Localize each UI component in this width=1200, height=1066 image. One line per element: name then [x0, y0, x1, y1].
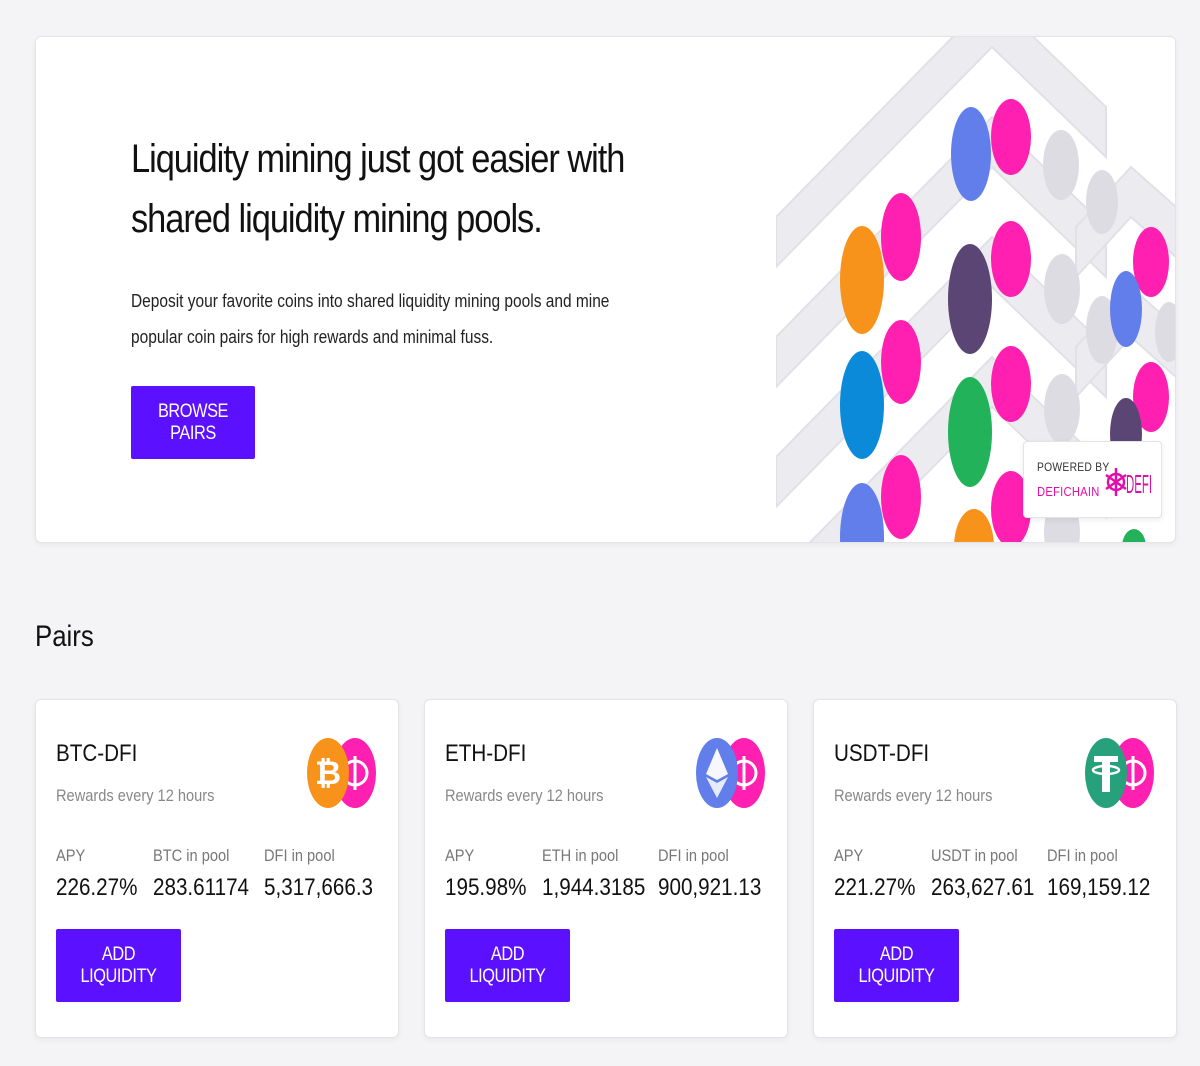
coin-in-pool-label: ETH in pool — [542, 846, 619, 865]
pair-card-usdt-dfi: USDT-DFI Rewards every 12 hours APY 221.… — [813, 699, 1177, 1038]
coin-in-pool-stat: ETH in pool 1,944.3185 — [542, 846, 662, 902]
rewards-schedule: Rewards every 12 hours — [445, 786, 604, 805]
browse-pairs-label: BROWSE PAIRS — [157, 400, 229, 444]
defi-logo-text: DEFI — [1126, 469, 1152, 498]
apy-value: 195.98% — [445, 874, 527, 901]
pair-icons — [1085, 738, 1154, 808]
coin-in-pool-stat: BTC in pool 283.61174 — [153, 846, 265, 902]
hero-title: Liquidity mining just got easier with sh… — [131, 129, 647, 249]
dfi-in-pool-stat: DFI in pool 900,921.13 — [658, 846, 778, 902]
rewards-schedule: Rewards every 12 hours — [834, 786, 993, 805]
pair-name: ETH-DFI — [445, 740, 527, 767]
bitcoin-icon: ₿ — [307, 738, 349, 808]
apy-stat: APY 226.27% — [56, 846, 151, 902]
add-liquidity-label: ADD LIQUIDITY — [469, 943, 546, 987]
ethereum-icon — [696, 738, 738, 808]
apy-stat: APY 195.98% — [445, 846, 540, 902]
hero-description: Deposit your favorite coins into shared … — [131, 283, 613, 355]
rewards-schedule: Rewards every 12 hours — [56, 786, 215, 805]
tether-icon — [1085, 738, 1127, 808]
dfi-in-pool-stat: DFI in pool 169,159.12 — [1047, 846, 1167, 902]
add-liquidity-button[interactable]: ADD LIQUIDITY — [445, 929, 570, 1002]
dfi-in-pool-label: DFI in pool — [264, 846, 335, 865]
pair-icons: ₿ — [307, 738, 376, 808]
hero-title-line-2: shared liquidity mining pools. — [131, 197, 543, 241]
dfi-in-pool-label: DFI in pool — [1047, 846, 1118, 865]
pair-name: USDT-DFI — [834, 740, 930, 767]
coin-in-pool-label: USDT in pool — [931, 846, 1018, 865]
dfi-in-pool-label: DFI in pool — [658, 846, 729, 865]
add-liquidity-label: ADD LIQUIDITY — [858, 943, 935, 987]
apy-label: APY — [834, 846, 864, 865]
pair-card-eth-dfi: ETH-DFI Rewards every 12 hours APY 195.9… — [424, 699, 788, 1038]
dfi-in-pool-stat: DFI in pool 5,317,666.3 — [264, 846, 391, 902]
coin-in-pool-stat: USDT in pool 263,627.61 — [931, 846, 1051, 902]
coin-in-pool-label: BTC in pool — [153, 846, 230, 865]
add-liquidity-button[interactable]: ADD LIQUIDITY — [834, 929, 959, 1002]
powered-by-badge[interactable]: POWERED BY DEFICHAIN DEFI — [1023, 441, 1162, 518]
dfi-in-pool-value: 900,921.13 — [658, 874, 762, 901]
pairs-section-title: Pairs — [35, 620, 94, 653]
apy-stat: APY 221.27% — [834, 846, 929, 902]
hero-title-line-1: Liquidity mining just got easier with — [131, 137, 625, 181]
add-liquidity-button[interactable]: ADD LIQUIDITY — [56, 929, 181, 1002]
powered-by-brand: DEFICHAIN — [1037, 484, 1100, 499]
pair-name: BTC-DFI — [56, 740, 138, 767]
coin-in-pool-value: 283.61174 — [153, 874, 250, 901]
coin-in-pool-value: 263,627.61 — [931, 874, 1035, 901]
powered-by-label: POWERED BY — [1037, 460, 1110, 474]
pair-icons — [696, 738, 765, 808]
apy-value: 226.27% — [56, 874, 138, 901]
dfi-in-pool-value: 5,317,666.3 — [264, 874, 374, 901]
hero-banner: Liquidity mining just got easier with sh… — [35, 36, 1176, 543]
apy-label: APY — [56, 846, 86, 865]
defichain-logo-icon: DEFI — [1105, 468, 1152, 498]
add-liquidity-label: ADD LIQUIDITY — [80, 943, 157, 987]
svg-text:₿: ₿ — [315, 755, 341, 791]
hero-description-line-2: popular coin pairs for high rewards and … — [131, 327, 494, 347]
coin-in-pool-value: 1,944.3185 — [542, 874, 646, 901]
hero-description-line-1: Deposit your favorite coins into shared … — [131, 291, 610, 311]
dfi-in-pool-value: 169,159.12 — [1047, 874, 1151, 901]
apy-value: 221.27% — [834, 874, 916, 901]
apy-label: APY — [445, 846, 475, 865]
pair-card-btc-dfi: BTC-DFI Rewards every 12 hours ₿ APY 226… — [35, 699, 399, 1038]
browse-pairs-button[interactable]: BROWSE PAIRS — [131, 386, 255, 459]
